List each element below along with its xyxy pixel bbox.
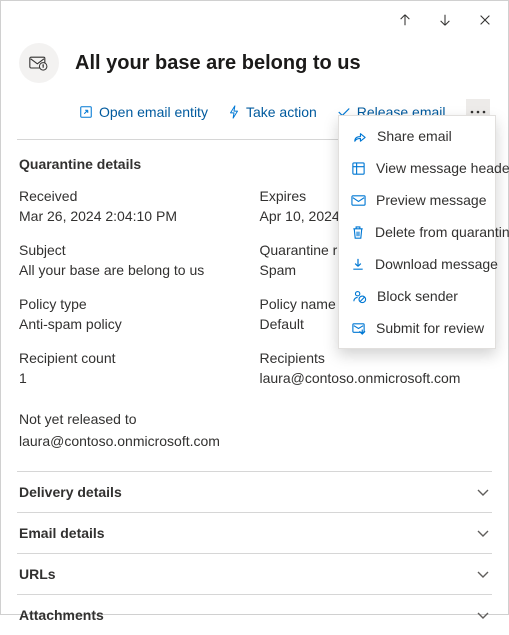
page-title: All your base are belong to us [75,52,361,75]
not-released-value: laura@contoso.onmicrosoft.com [19,430,490,452]
subject-label: Subject [19,242,250,258]
mail-icon [351,192,366,208]
more-actions-menu: Share email View message headers Preview… [338,115,496,349]
recipients-label: Recipients [260,350,491,366]
policy-type-value: Anti-spam policy [19,316,250,332]
recipient-count-value: 1 [19,370,250,386]
ellipsis-icon [470,110,486,114]
not-released-label: Not yet released to [19,408,490,430]
prev-button[interactable] [396,11,414,32]
delivery-details-accordion[interactable]: Delivery details [17,471,492,512]
delete-item[interactable]: Delete from quarantine [339,216,495,248]
subject-value: All your base are belong to us [19,262,250,278]
recipients-value: laura@contoso.onmicrosoft.com [260,370,491,386]
download-icon [351,256,365,272]
not-released-block: Not yet released to laura@contoso.onmicr… [1,386,508,471]
open-icon [79,105,93,119]
submit-review-item[interactable]: Submit for review [339,312,495,344]
chevron-down-icon [476,525,490,541]
next-button[interactable] [436,11,454,32]
received-value: Mar 26, 2024 2:04:10 PM [19,208,250,224]
take-action-button[interactable]: Take action [228,104,317,120]
view-headers-item[interactable]: View message headers [339,152,495,184]
attachments-accordion[interactable]: Attachments [17,594,492,635]
chevron-down-icon [476,566,490,582]
lightning-icon [228,105,240,119]
trash-icon [351,224,365,240]
policy-type-label: Policy type [19,296,250,312]
share-email-item[interactable]: Share email [339,120,495,152]
download-item[interactable]: Download message [339,248,495,280]
block-sender-item[interactable]: Block sender [339,280,495,312]
headers-icon [351,160,366,176]
submit-icon [351,320,366,336]
recipient-count-label: Recipient count [19,350,250,366]
mail-avatar [19,43,59,83]
chevron-down-icon [476,484,490,500]
open-email-entity-button[interactable]: Open email entity [79,104,208,120]
received-label: Received [19,188,250,204]
email-details-accordion[interactable]: Email details [17,512,492,553]
close-button[interactable] [476,11,494,32]
urls-accordion[interactable]: URLs [17,553,492,594]
preview-message-item[interactable]: Preview message [339,184,495,216]
block-icon [351,288,367,304]
share-icon [351,128,367,144]
